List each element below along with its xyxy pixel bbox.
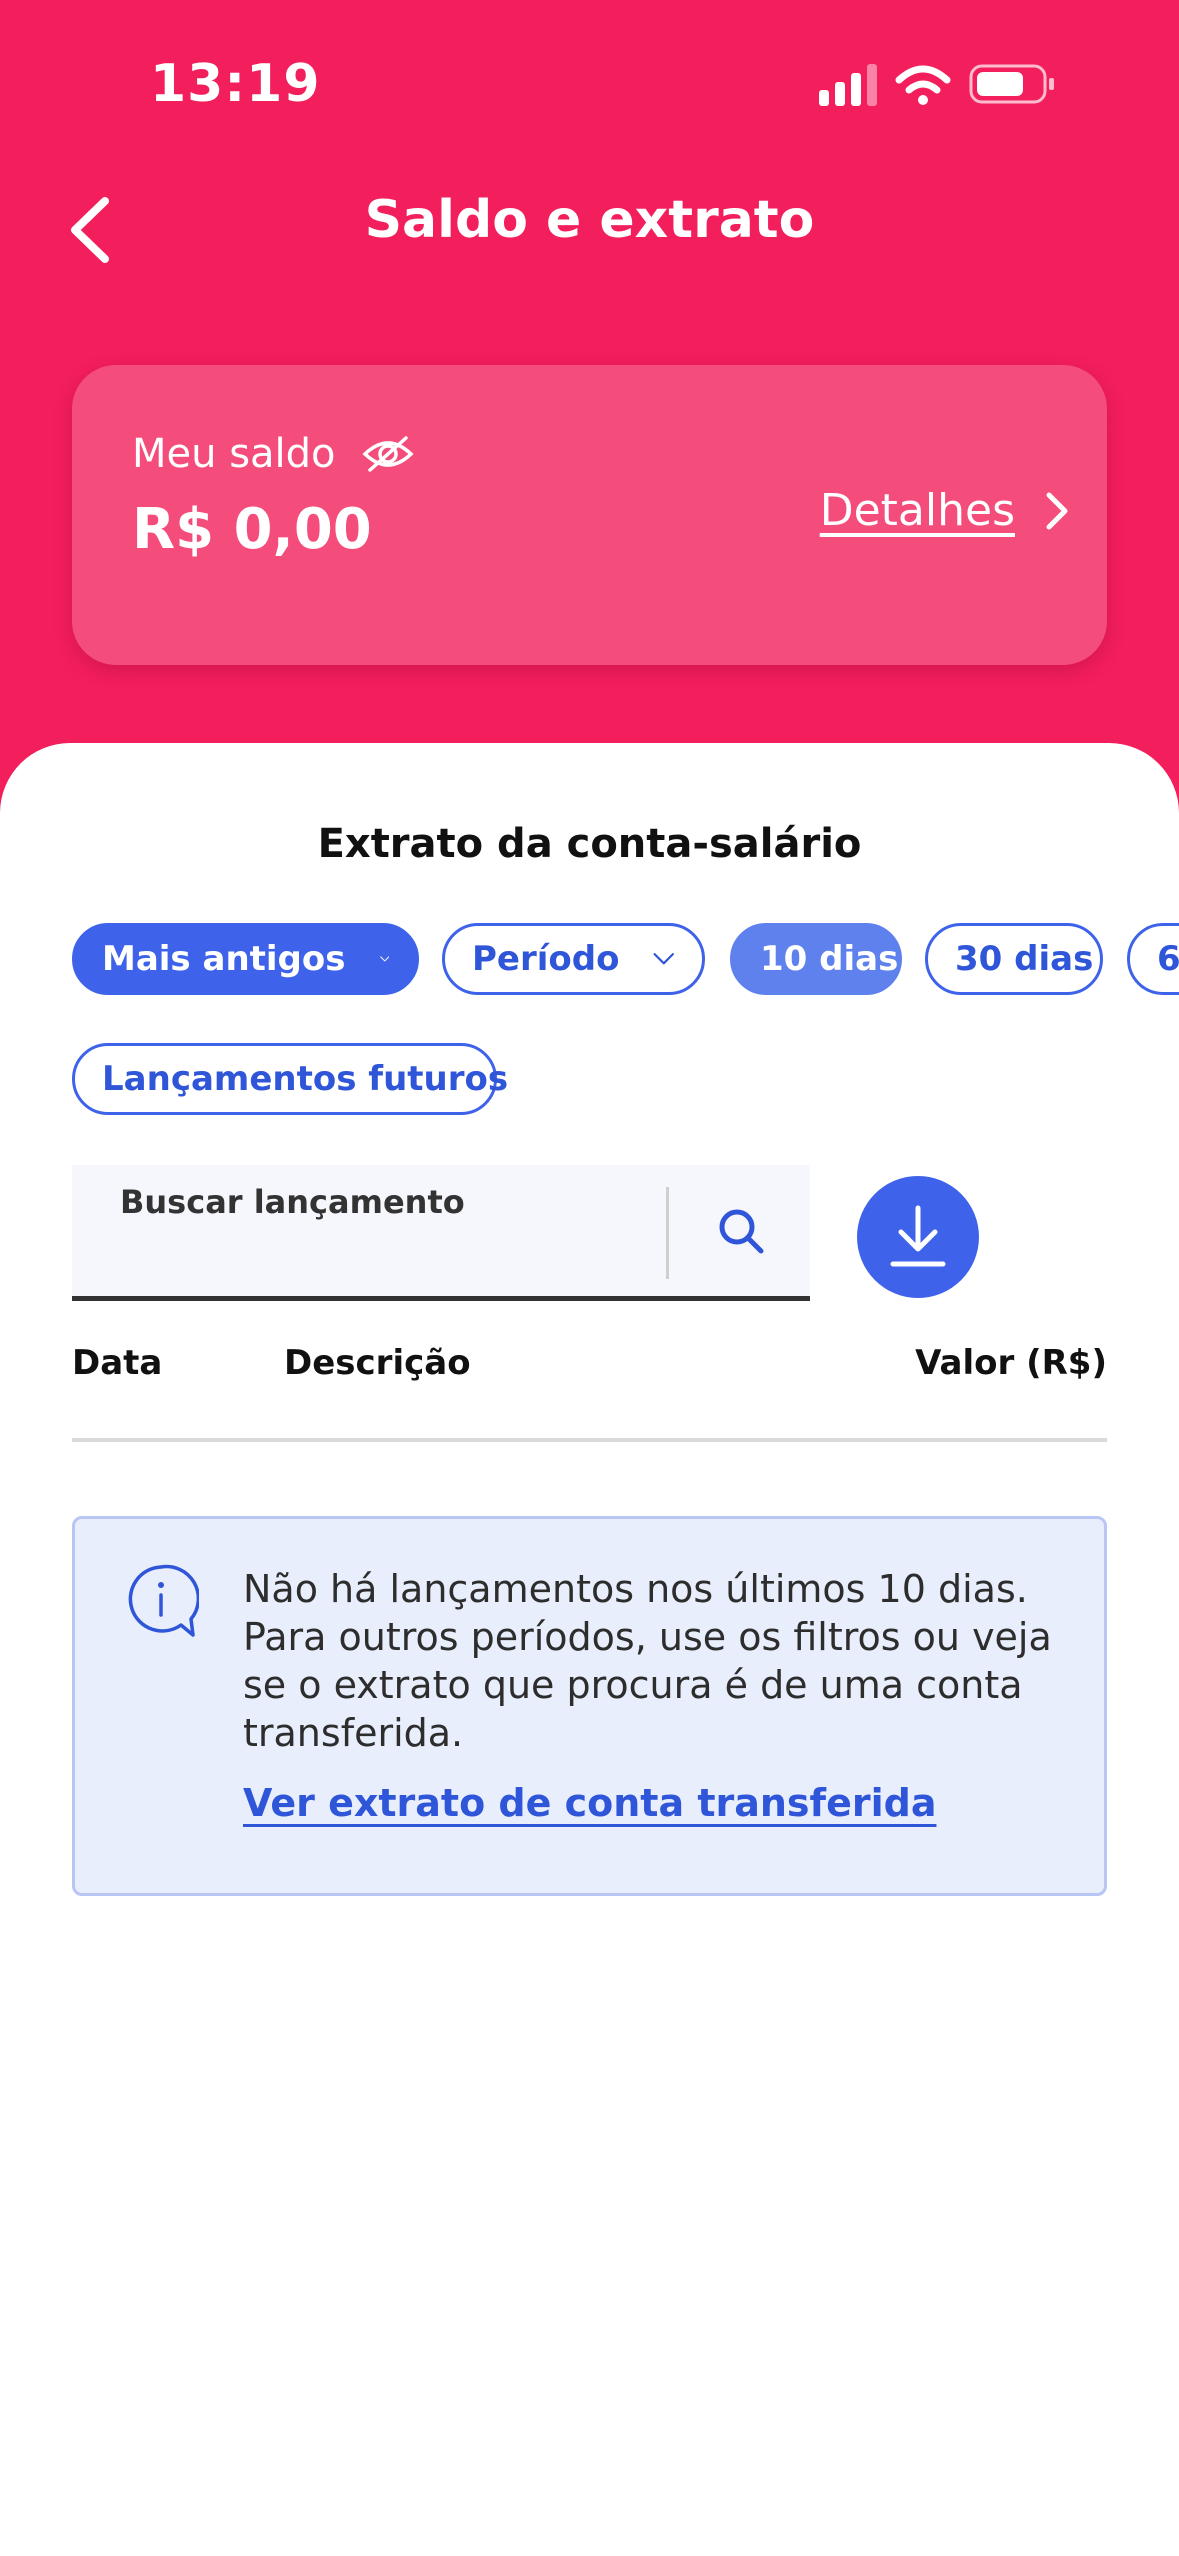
wifi-icon: [895, 65, 951, 105]
empty-notice: Não há lançamentos nos últimos 10 dias. …: [72, 1516, 1107, 1896]
balance-label: Meu saldo: [132, 431, 336, 477]
chip-10-days[interactable]: 10 dias: [730, 923, 902, 995]
future-entries-chip[interactable]: Lançamentos futuros: [72, 1043, 508, 1115]
period-chip-label: Período: [472, 939, 620, 979]
statement-sheet: Extrato da conta-salário Mais antigos Pe…: [0, 743, 1179, 2556]
search-divider: [666, 1187, 669, 1279]
search-button[interactable]: [672, 1165, 810, 1296]
notice-text: Não há lançamentos nos últimos 10 dias. …: [243, 1567, 1052, 1755]
column-value: Valor (R$): [915, 1343, 1107, 1383]
info-chat-icon: [128, 1564, 199, 1637]
page-title: Saldo e extrato: [364, 190, 815, 250]
balance-label-row: Meu saldo: [132, 431, 414, 477]
download-icon: [890, 1205, 946, 1267]
period-chip[interactable]: Período: [442, 923, 705, 995]
chip-30-days[interactable]: 30 dias: [925, 923, 1103, 995]
cellular-signal-icon: [819, 64, 877, 106]
chip-10-days-label: 10 dias: [760, 939, 899, 979]
chevron-down-icon: [379, 956, 389, 962]
search-box: [72, 1165, 810, 1301]
chip-30-days-label: 30 dias: [955, 939, 1094, 979]
balance-value: R$ 0,00: [132, 497, 372, 562]
transferred-account-link[interactable]: Ver extrato de conta transferida: [243, 1781, 936, 1825]
chip-60-days-label: 60: [1157, 939, 1179, 979]
filter-chips: Mais antigos Período 10 dias 30 dias 60 …: [0, 743, 1179, 1143]
eye-off-icon[interactable]: [361, 434, 414, 474]
search-input[interactable]: [120, 1183, 660, 1221]
sort-chip[interactable]: Mais antigos: [72, 923, 419, 995]
table-header: Data Descrição Valor (R$): [72, 1343, 1107, 1413]
status-time: 13:19: [150, 54, 321, 114]
future-entries-chip-label: Lançamentos futuros: [102, 1059, 509, 1099]
chevron-right-icon: [1046, 492, 1068, 529]
details-label: Detalhes: [819, 485, 1015, 536]
column-date: Data: [72, 1343, 163, 1383]
status-bar: 13:19: [0, 0, 1179, 170]
chip-60-days[interactable]: 60: [1127, 923, 1179, 995]
search-icon: [719, 1209, 764, 1253]
download-button[interactable]: [857, 1176, 979, 1298]
chevron-down-icon: [654, 953, 675, 965]
battery-icon: [969, 64, 1054, 104]
details-link[interactable]: Detalhes: [820, 485, 1069, 536]
status-icons: [819, 60, 1079, 116]
column-description: Descrição: [284, 1343, 471, 1383]
sort-chip-label: Mais antigos: [102, 939, 346, 979]
table-divider: [72, 1438, 1107, 1442]
balance-card: Meu saldo R$ 0,00 Detalhes: [72, 365, 1107, 665]
